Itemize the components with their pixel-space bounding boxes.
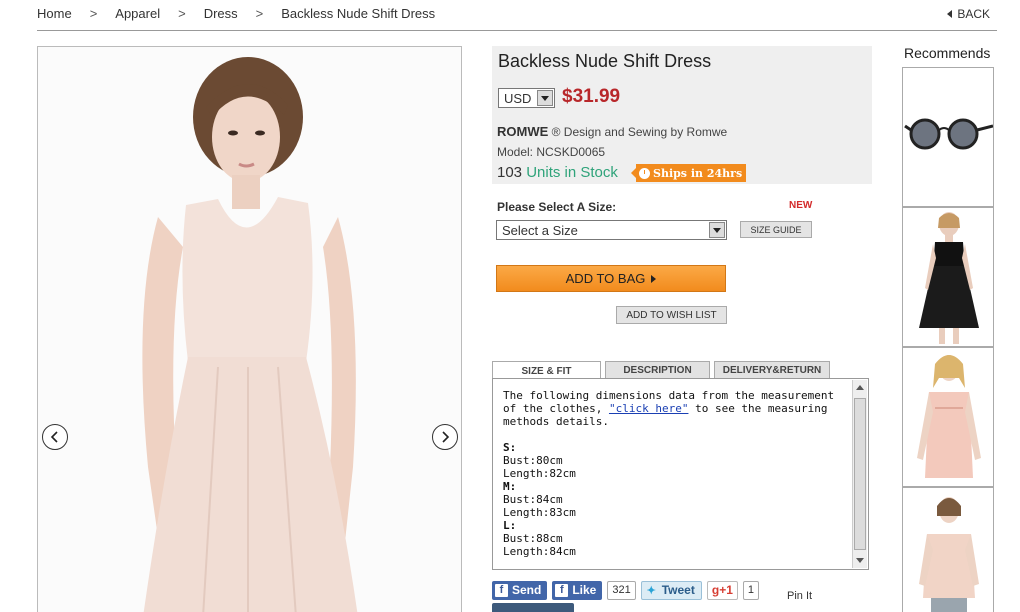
facebook-icon: f	[555, 583, 569, 597]
stock-label: Units in Stock	[526, 164, 618, 181]
play-arrow-icon	[651, 274, 657, 283]
detail-tabs: SIZE & FIT DESCRIPTION DELIVERY&RETURN	[492, 361, 869, 380]
recommend-item[interactable]	[902, 487, 994, 612]
currency-value: USD	[504, 90, 532, 106]
size-select[interactable]: Select a Size	[496, 220, 727, 240]
google-g-icon: g	[711, 583, 720, 597]
product-price: $31.99	[562, 86, 621, 107]
facebook-icon: f	[495, 583, 508, 597]
recommends-title: Recommends	[904, 45, 991, 61]
tweet-button[interactable]: ✦ Tweet	[640, 580, 702, 600]
pink-blouse-thumbnail	[917, 355, 981, 478]
stock-status: 103 Units in Stock	[497, 164, 618, 181]
size-label: Please Select A Size:	[497, 200, 617, 214]
product-main-image	[37, 46, 462, 612]
tweet-label: Tweet	[661, 583, 695, 597]
stock-count: 103	[497, 164, 523, 181]
breadcrumb: Home > Apparel > Dress > Backless Nude S…	[37, 6, 453, 21]
panel-scrollbar[interactable]	[852, 380, 867, 568]
prev-image-button[interactable]	[42, 424, 68, 450]
gplus-count: 1	[742, 580, 759, 600]
product-title: Backless Nude Shift Dress	[498, 51, 712, 71]
add-to-bag-button[interactable]: ADD TO BAG	[496, 265, 726, 292]
recommend-item[interactable]	[902, 347, 994, 487]
facebook-send-button[interactable]: f Send	[492, 580, 548, 600]
sunglasses-thumbnail	[904, 118, 993, 150]
currency-select[interactable]: USD	[498, 88, 555, 108]
twitter-icon: ✦	[646, 584, 656, 597]
dropdown-arrow-icon	[709, 222, 725, 238]
ships-label: Ships in 24hrs	[653, 166, 743, 180]
breadcrumb-separator: >	[255, 6, 264, 21]
divider	[37, 30, 997, 31]
breadcrumb-separator: >	[89, 6, 98, 21]
breadcrumb-separator: >	[178, 6, 186, 21]
size-length: Length:83cm	[503, 506, 576, 519]
breadcrumb-current: Backless Nude Shift Dress	[281, 6, 436, 21]
brand-suffix: ® Design and Sewing by Romwe	[551, 125, 728, 139]
like-count: 321	[607, 580, 636, 600]
new-badge: NEW	[789, 200, 813, 211]
size-bust: Bust:84cm	[503, 493, 563, 506]
model-number: Model: NCSKD0065	[497, 145, 606, 159]
recommend-item[interactable]	[902, 207, 994, 347]
send-label: Send	[512, 583, 542, 597]
size-select-value: Select a Size	[502, 222, 578, 238]
size-length: Length:82cm	[503, 467, 576, 480]
breadcrumb-dress[interactable]: Dress	[204, 6, 238, 21]
back-arrow-icon	[947, 10, 953, 18]
recommend-item[interactable]	[902, 67, 994, 207]
breadcrumb-apparel[interactable]: Apparel	[115, 6, 160, 21]
brand-line: ROMWE ® Design and Sewing by Romwe	[497, 124, 727, 139]
black-dress-thumbnail	[919, 212, 979, 344]
tab-description[interactable]: DESCRIPTION	[605, 361, 710, 379]
next-image-button[interactable]	[432, 424, 458, 450]
size-name: S:	[503, 441, 517, 454]
size-fit-intro: The following dimensions data from the m…	[503, 389, 843, 428]
clock-icon	[639, 167, 650, 179]
chevron-right-icon	[442, 431, 450, 443]
measuring-methods-link[interactable]: "click here"	[609, 402, 688, 415]
scroll-down-icon[interactable]	[856, 558, 864, 563]
gplus-label: +1	[719, 583, 733, 597]
size-fit-content: The following dimensions data from the m…	[503, 389, 843, 558]
size-length: Length:84cm	[503, 545, 576, 558]
breadcrumb-home[interactable]: Home	[37, 6, 72, 21]
facebook-like-button[interactable]: f Like	[552, 580, 603, 600]
brand-name[interactable]: ROMWE	[497, 124, 548, 139]
tumblr-share-button[interactable]	[492, 603, 574, 612]
size-name: L:	[503, 519, 517, 532]
back-label: BACK	[957, 7, 990, 21]
chevron-left-icon	[50, 431, 58, 443]
add-to-wish-list-button[interactable]: ADD TO WISH LIST	[616, 306, 727, 324]
size-name: M:	[503, 480, 517, 493]
social-share-bar: f Send f Like 321 ✦ Tweet g +1 1	[492, 580, 759, 600]
pink-top-thumbnail	[919, 497, 979, 612]
size-bust: Bust:88cm	[503, 532, 563, 545]
like-label: Like	[572, 583, 597, 597]
size-fit-panel: The following dimensions data from the m…	[492, 378, 869, 570]
pin-it-button[interactable]: Pin It	[787, 590, 812, 602]
back-link[interactable]: BACK	[947, 7, 990, 21]
model-dress-photo	[38, 47, 461, 612]
dropdown-arrow-icon	[537, 90, 553, 106]
add-to-bag-label: ADD TO BAG	[565, 271, 646, 286]
product-info-panel: Backless Nude Shift Dress USD $31.99 ROM…	[492, 46, 872, 184]
scroll-thumb[interactable]	[854, 398, 866, 550]
scroll-up-icon[interactable]	[856, 385, 864, 390]
google-plus-button[interactable]: g +1	[706, 580, 738, 600]
size-bust: Bust:80cm	[503, 454, 563, 467]
ships-badge: Ships in 24hrs	[631, 164, 747, 182]
size-guide-button[interactable]: SIZE GUIDE	[740, 221, 812, 238]
tab-delivery-return[interactable]: DELIVERY&RETURN	[714, 361, 830, 379]
